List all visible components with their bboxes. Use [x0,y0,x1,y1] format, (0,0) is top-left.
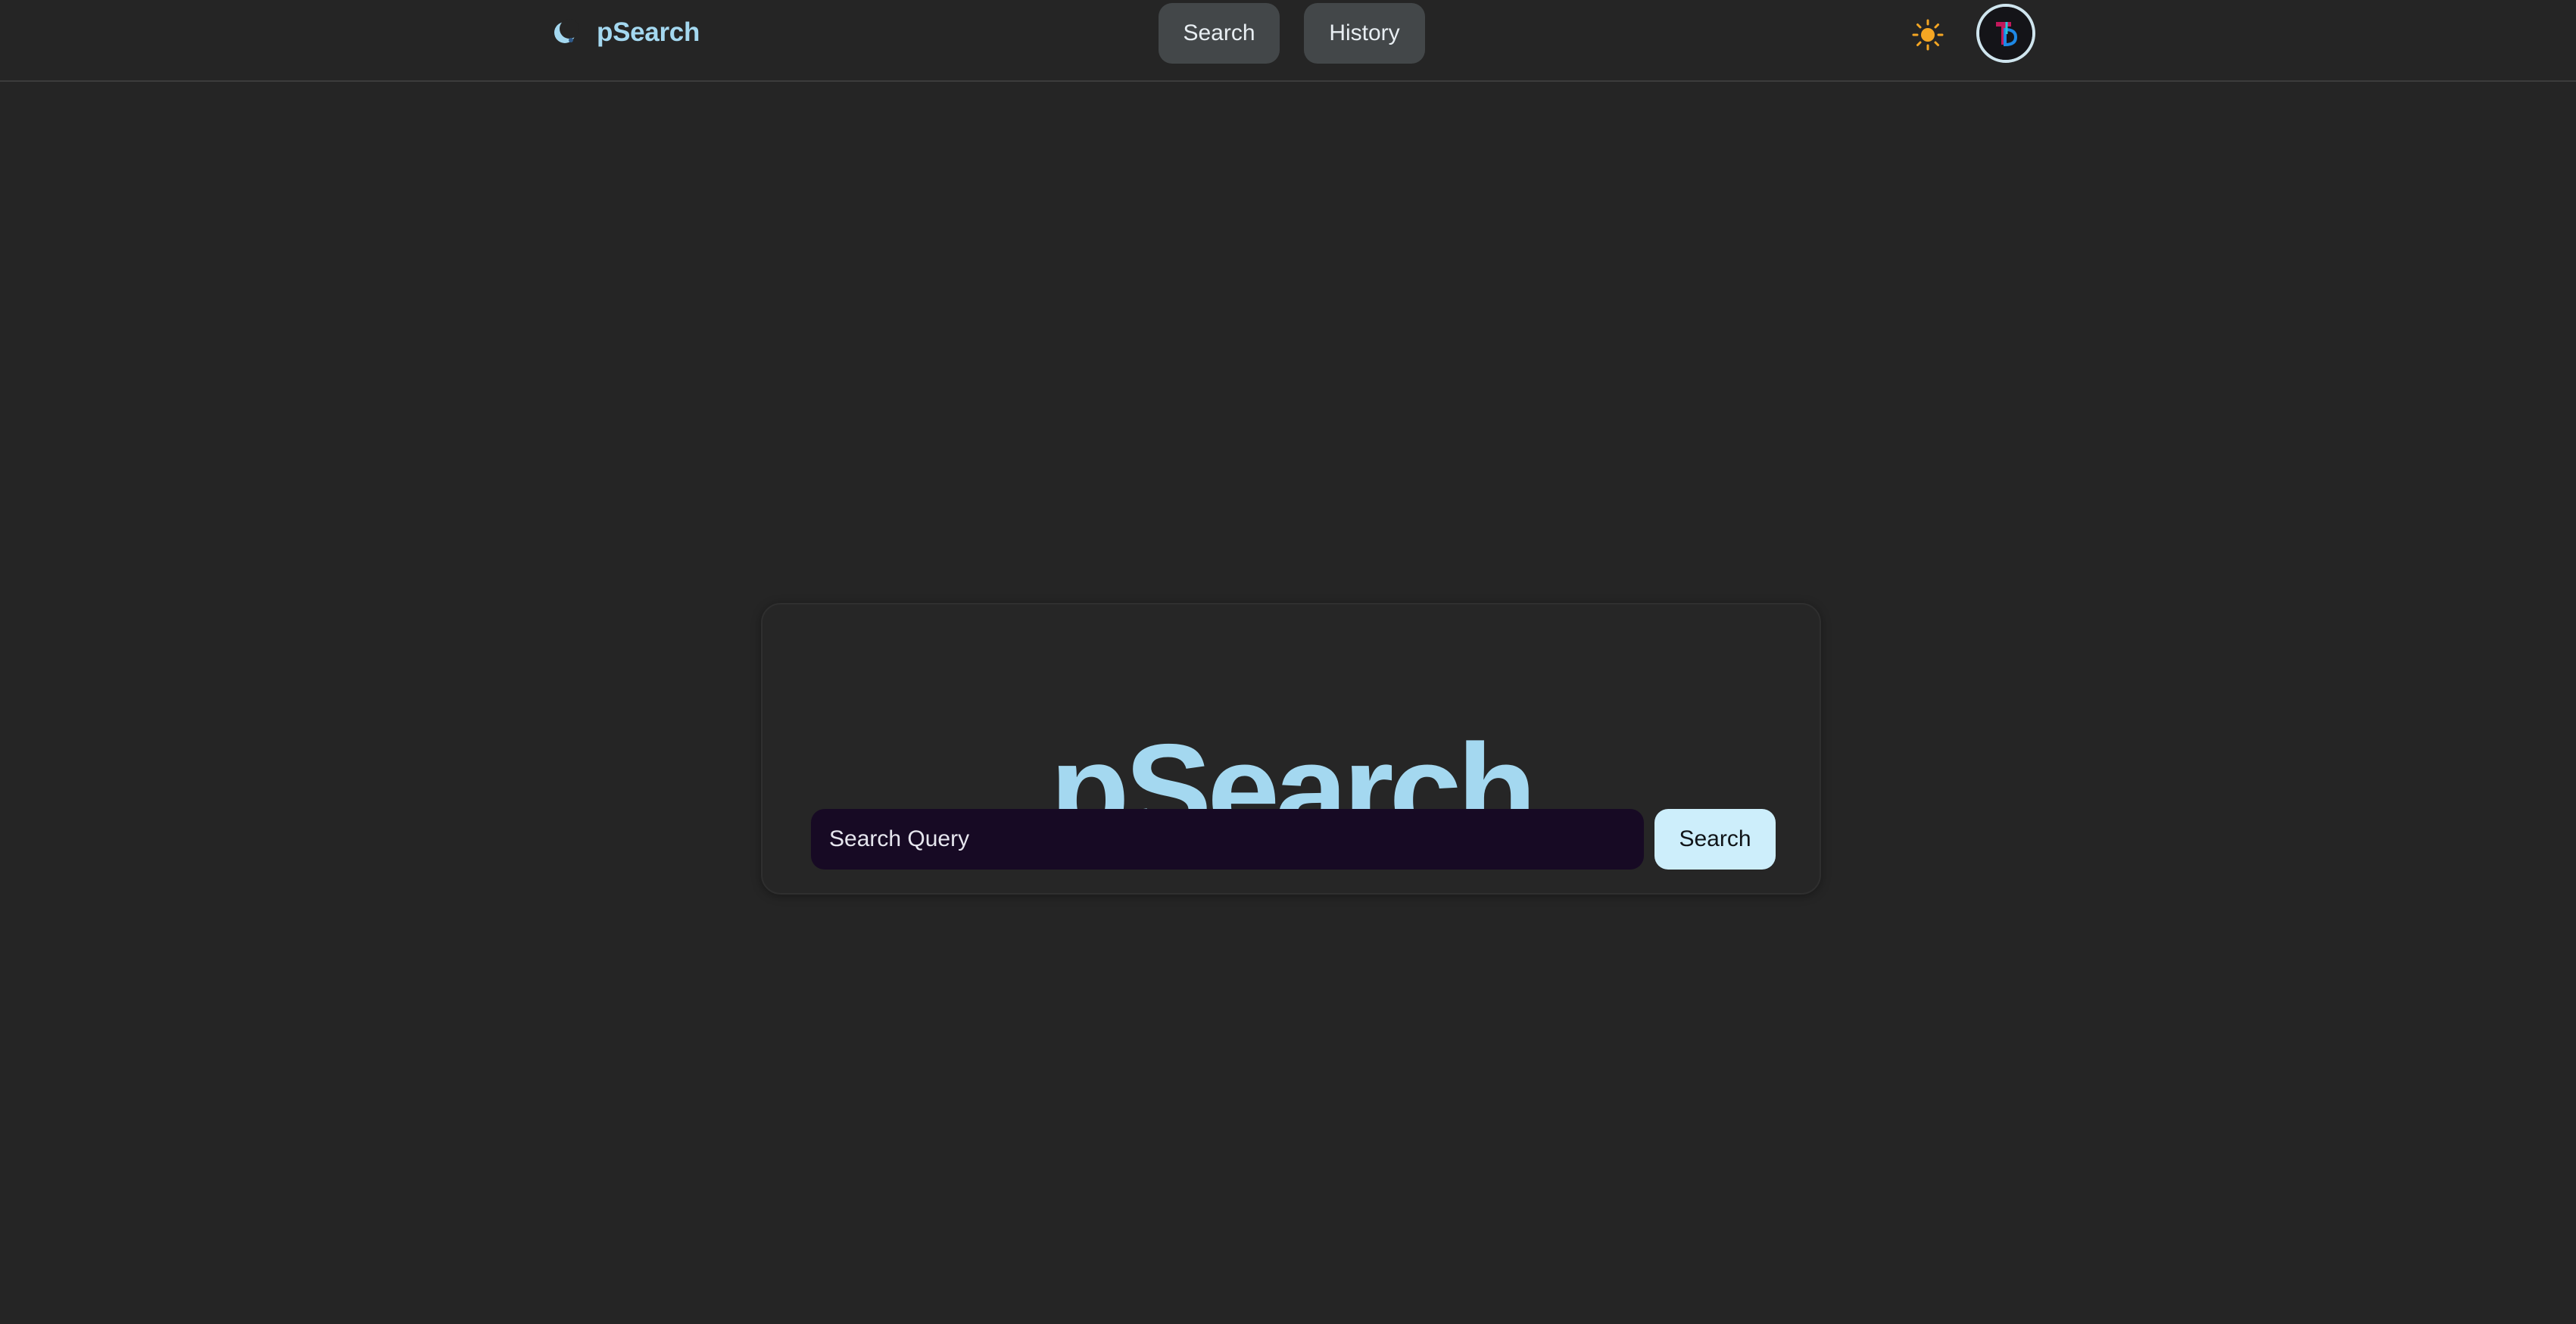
search-button[interactable]: Search [1654,809,1776,870]
sun-icon [1912,19,1944,51]
user-avatar[interactable] [1976,4,2035,63]
nav-history-button[interactable]: History [1304,3,1425,64]
theme-toggle-button[interactable] [1908,15,1948,55]
search-card: pSearch Search [761,603,1821,895]
brand-name: pSearch [597,17,700,47]
search-input[interactable] [811,809,1644,870]
user-avatar-icon [1979,7,2032,60]
brand-link[interactable]: pSearch [550,14,700,52]
moon-logo-icon [554,19,579,43]
top-navbar: pSearch Search History [0,0,2576,82]
nav-search-button[interactable]: Search [1159,3,1280,64]
